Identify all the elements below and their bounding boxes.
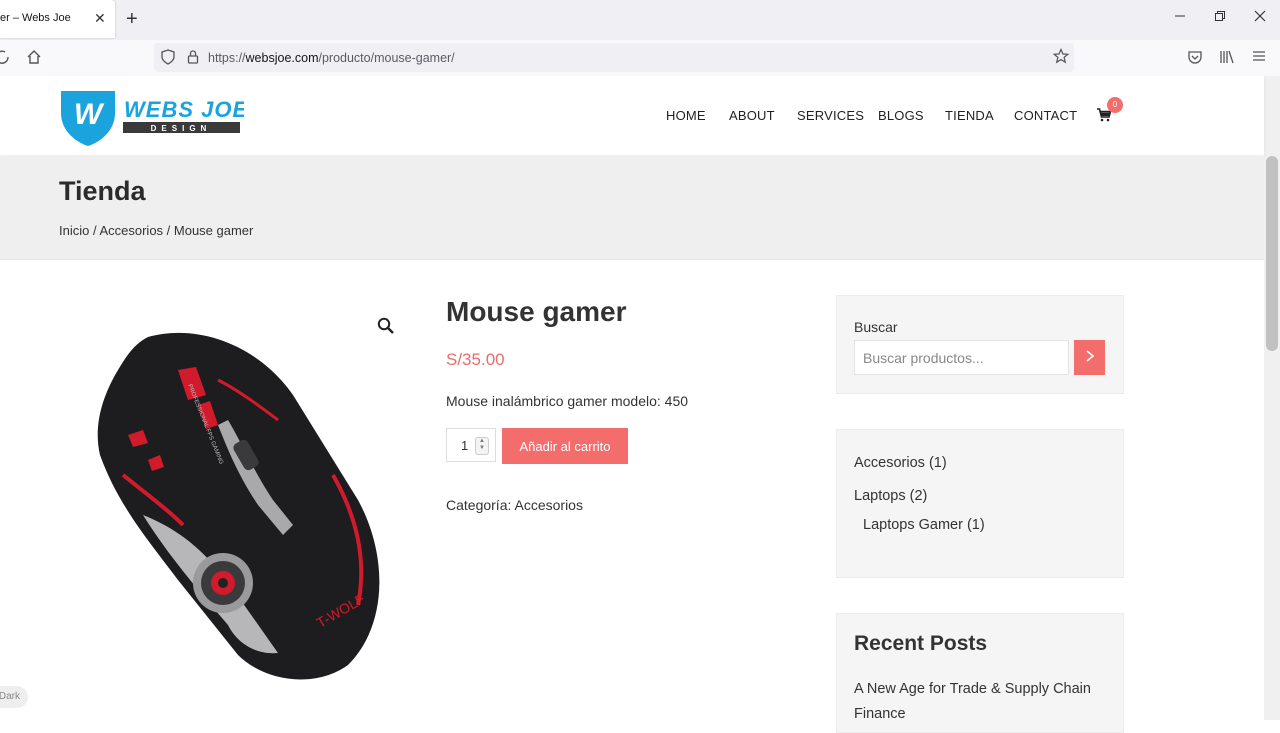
scrollbar-thumb[interactable] <box>1266 156 1278 351</box>
logo-name: WEBS JOE <box>124 97 244 122</box>
menu-about[interactable]: ABOUT <box>729 108 775 123</box>
product-title: Mouse gamer <box>446 296 627 327</box>
mouse-illustration: T-WOLF PROFESSIONAL FPS GAMING <box>97 332 380 680</box>
chevron-right-icon <box>1085 350 1094 362</box>
recent-posts-title: Recent Posts <box>854 632 988 655</box>
category-item-laptops-gamer[interactable]: Laptops Gamer (1) <box>863 517 985 533</box>
hamburger-menu-icon[interactable] <box>1252 49 1266 67</box>
search-submit-button[interactable] <box>1074 340 1105 375</box>
menu-services[interactable]: SERVICES <box>797 108 864 123</box>
menu-tienda[interactable]: TIENDA <box>945 108 994 123</box>
cart-count-badge: 0 <box>1107 97 1123 113</box>
menu-blogs[interactable]: BLOGS <box>878 108 924 123</box>
add-to-cart-button[interactable]: Añadir al carrito <box>502 428 628 464</box>
lock-icon[interactable] <box>187 49 199 69</box>
product-price: S/35.00 <box>446 350 505 369</box>
logo-graphic: W WEBS JOE DESIGN <box>61 91 247 146</box>
quantity-stepper[interactable]: 1 ▲ ▼ <box>446 428 496 462</box>
search-label: Buscar <box>854 319 898 335</box>
search-input[interactable] <box>854 340 1069 375</box>
site-logo[interactable]: W WEBS JOE DESIGN <box>59 89 247 149</box>
breadcrumb[interactable]: Inicio / Accesorios / Mouse gamer <box>59 223 253 238</box>
url-text[interactable]: https://websjoe.com/producto/mouse-gamer… <box>208 51 455 65</box>
restore-icon[interactable] <box>1214 9 1226 25</box>
page-title-band <box>0 156 1264 260</box>
tab-title: er – Webs Joe <box>0 12 71 24</box>
page-title: Tienda <box>59 176 146 206</box>
product-image[interactable]: T-WOLF PROFESSIONAL FPS GAMING <box>88 325 388 685</box>
bookmark-star-icon[interactable] <box>1052 48 1070 68</box>
dark-mode-toggle[interactable]: Dark <box>0 686 28 708</box>
product-category: Categoría: Accesorios <box>446 497 583 513</box>
browser-tab-bar <box>0 0 1280 40</box>
menu-home[interactable]: HOME <box>666 108 706 123</box>
category-link[interactable]: Accesorios <box>515 497 583 513</box>
browser-tab[interactable]: er – Webs Joe ✕ <box>0 0 115 38</box>
product-description: Mouse inalámbrico gamer modelo: 450 <box>446 393 689 409</box>
category-item-accesorios[interactable]: Accesorios (1) <box>854 455 947 471</box>
quantity-spin-icon[interactable]: ▲ ▼ <box>475 437 489 455</box>
category-item-laptops[interactable]: Laptops (2) <box>854 488 927 504</box>
page-scrollbar[interactable] <box>1264 76 1280 720</box>
close-window-icon[interactable] <box>1254 9 1266 25</box>
logo-tagline: DESIGN <box>151 124 212 133</box>
new-tab-icon[interactable]: + <box>126 8 138 31</box>
quantity-value[interactable]: 1 <box>461 438 468 453</box>
reload-icon[interactable] <box>0 49 10 69</box>
logo-letter: W <box>74 98 105 131</box>
minimize-icon[interactable] <box>1174 9 1186 25</box>
category-label: Categoría: <box>446 497 515 513</box>
pocket-icon[interactable] <box>1187 49 1203 69</box>
shield-icon[interactable] <box>161 49 175 69</box>
home-icon[interactable] <box>26 49 42 69</box>
menu-contact[interactable]: CONTACT <box>1014 108 1077 123</box>
zoom-magnifier-icon[interactable] <box>377 317 395 340</box>
library-icon[interactable] <box>1219 49 1235 69</box>
close-tab-icon[interactable]: ✕ <box>94 10 106 27</box>
